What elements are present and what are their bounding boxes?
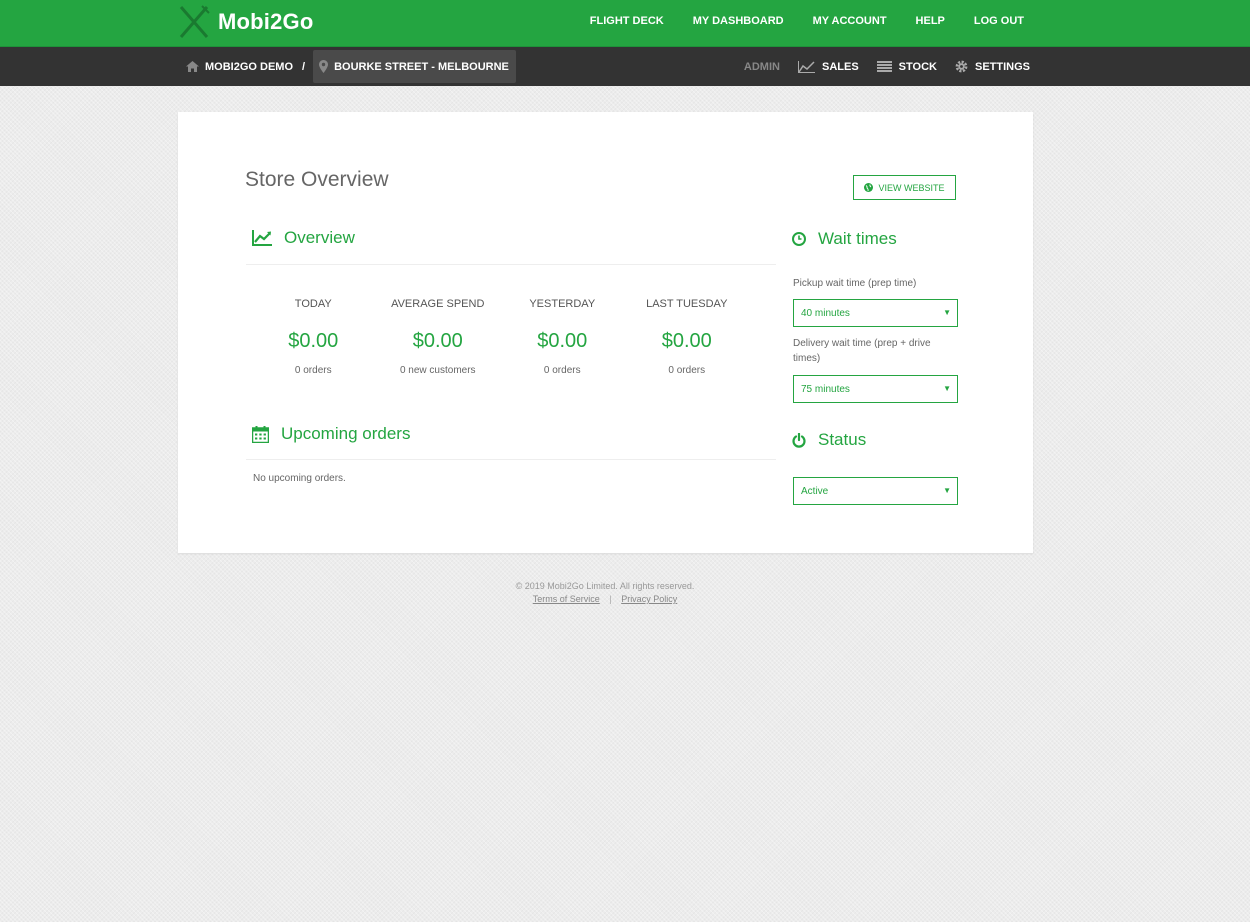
footer: © 2019 Mobi2Go Limited. All rights reser… <box>0 580 1210 606</box>
status-heading-label: Status <box>818 430 867 449</box>
overview-heading-label: Overview <box>284 228 355 247</box>
sub-nav: ADMIN SALES STOCK SETTINGS <box>744 47 1030 86</box>
breadcrumb-separator: / <box>302 60 306 73</box>
overview-divider <box>246 264 776 265</box>
top-bar: Mobi2Go FLIGHT DECK MY DASHBOARD MY ACCO… <box>0 0 1250 47</box>
stat-sub: 0 orders <box>294 365 332 376</box>
chevron-down-icon: ▼ <box>943 384 951 393</box>
no-upcoming-orders-text: No upcoming orders. <box>253 473 346 484</box>
status-value: Active <box>801 485 829 497</box>
subnav-settings[interactable]: SETTINGS <box>955 60 1030 73</box>
nav-log-out[interactable]: LOG OUT <box>974 15 1024 27</box>
stat-value: $0.00 <box>412 330 463 352</box>
stat-label: LAST TUESDAY <box>646 298 728 310</box>
copyright-text: © 2019 Mobi2Go Limited. All rights reser… <box>515 581 695 591</box>
chart-line-icon <box>797 60 815 73</box>
status-select[interactable]: Active ▼ <box>793 477 958 505</box>
stat-label: TODAY <box>294 298 332 310</box>
stat-sub: 0 orders <box>668 365 706 376</box>
brand-name: Mobi2Go <box>218 9 314 34</box>
wait-times-heading: Wait times <box>792 229 897 249</box>
pickup-wait-label: Pickup wait time (prep time) <box>793 278 917 289</box>
chart-line-icon <box>252 230 272 246</box>
page-title: Store Overview <box>245 168 389 191</box>
logo[interactable]: Mobi2Go <box>178 2 314 42</box>
view-website-label: VIEW WEBSITE <box>878 182 945 193</box>
nav-flight-deck[interactable]: FLIGHT DECK <box>590 15 664 27</box>
stat-value: $0.00 <box>661 330 712 352</box>
gear-icon <box>955 60 968 73</box>
subnav-admin[interactable]: ADMIN <box>744 61 780 73</box>
stat-average-spend: AVERAGE SPEND $0.00 0 new customers <box>376 298 501 376</box>
stat-label: YESTERDAY <box>529 298 596 310</box>
status-heading: Status <box>792 430 866 450</box>
store-overview-card: Store Overview VIEW WEBSITE Overview TOD… <box>178 112 1033 553</box>
power-icon <box>792 432 806 448</box>
stat-today: TODAY $0.00 0 orders <box>251 298 376 376</box>
pickup-wait-select[interactable]: 40 minutes ▼ <box>793 299 958 327</box>
delivery-wait-label: Delivery wait time (prep + drive times) <box>793 338 931 364</box>
view-website-button[interactable]: VIEW WEBSITE <box>853 175 956 200</box>
subnav-sales[interactable]: SALES <box>797 60 859 73</box>
privacy-policy-link[interactable]: Privacy Policy <box>621 594 677 604</box>
breadcrumb: MOBI2GO DEMO / BOURKE STREET - MELBOURNE <box>186 47 516 86</box>
subnav-stock-label: STOCK <box>898 60 937 73</box>
pickup-wait-value: 40 minutes <box>801 307 850 319</box>
stat-sub: 0 orders <box>543 365 581 376</box>
breadcrumb-company[interactable]: MOBI2GO DEMO <box>186 61 293 73</box>
nav-my-dashboard[interactable]: MY DASHBOARD <box>693 15 784 27</box>
subnav-settings-label: SETTINGS <box>974 60 1030 73</box>
logo-icon <box>179 5 210 38</box>
stat-last-tuesday: LAST TUESDAY $0.00 0 orders <box>625 298 750 376</box>
globe-icon <box>864 183 874 192</box>
overview-heading: Overview <box>252 228 355 248</box>
stat-sub: 0 new customers <box>399 365 476 376</box>
terms-of-service-link[interactable]: Terms of Service <box>533 594 600 604</box>
top-nav: FLIGHT DECK MY DASHBOARD MY ACCOUNT HELP… <box>561 0 1024 42</box>
stat-label: AVERAGE SPEND <box>391 298 485 310</box>
clock-icon <box>792 232 806 246</box>
upcoming-orders-heading: Upcoming orders <box>252 424 410 444</box>
stat-yesterday: YESTERDAY $0.00 0 orders <box>500 298 625 376</box>
nav-help[interactable]: HELP <box>916 15 945 27</box>
sub-bar: MOBI2GO DEMO / BOURKE STREET - MELBOURNE… <box>0 47 1250 86</box>
upcoming-divider <box>246 459 776 460</box>
subnav-stock[interactable]: STOCK <box>876 60 937 73</box>
location-pin-icon <box>319 60 329 73</box>
list-icon <box>876 61 892 72</box>
footer-separator: | <box>609 594 612 604</box>
breadcrumb-store[interactable]: BOURKE STREET - MELBOURNE <box>313 50 516 83</box>
subnav-sales-label: SALES <box>821 60 859 73</box>
chevron-down-icon: ▼ <box>943 308 951 317</box>
wait-times-heading-label: Wait times <box>818 229 897 248</box>
calendar-icon <box>252 425 269 443</box>
nav-my-account[interactable]: MY ACCOUNT <box>813 15 887 27</box>
chevron-down-icon: ▼ <box>943 486 951 495</box>
upcoming-orders-heading-label: Upcoming orders <box>281 424 411 443</box>
footer-links: Terms of Service | Privacy Policy <box>0 593 1210 606</box>
home-icon <box>186 61 199 72</box>
overview-stats: TODAY $0.00 0 orders AVERAGE SPEND $0.00… <box>251 298 749 376</box>
breadcrumb-company-label: MOBI2GO DEMO <box>205 60 294 73</box>
delivery-wait-value: 75 minutes <box>801 383 850 395</box>
breadcrumb-store-label: BOURKE STREET - MELBOURNE <box>334 60 509 73</box>
stat-value: $0.00 <box>537 330 588 352</box>
delivery-wait-select[interactable]: 75 minutes ▼ <box>793 375 958 403</box>
stat-value: $0.00 <box>288 330 339 352</box>
